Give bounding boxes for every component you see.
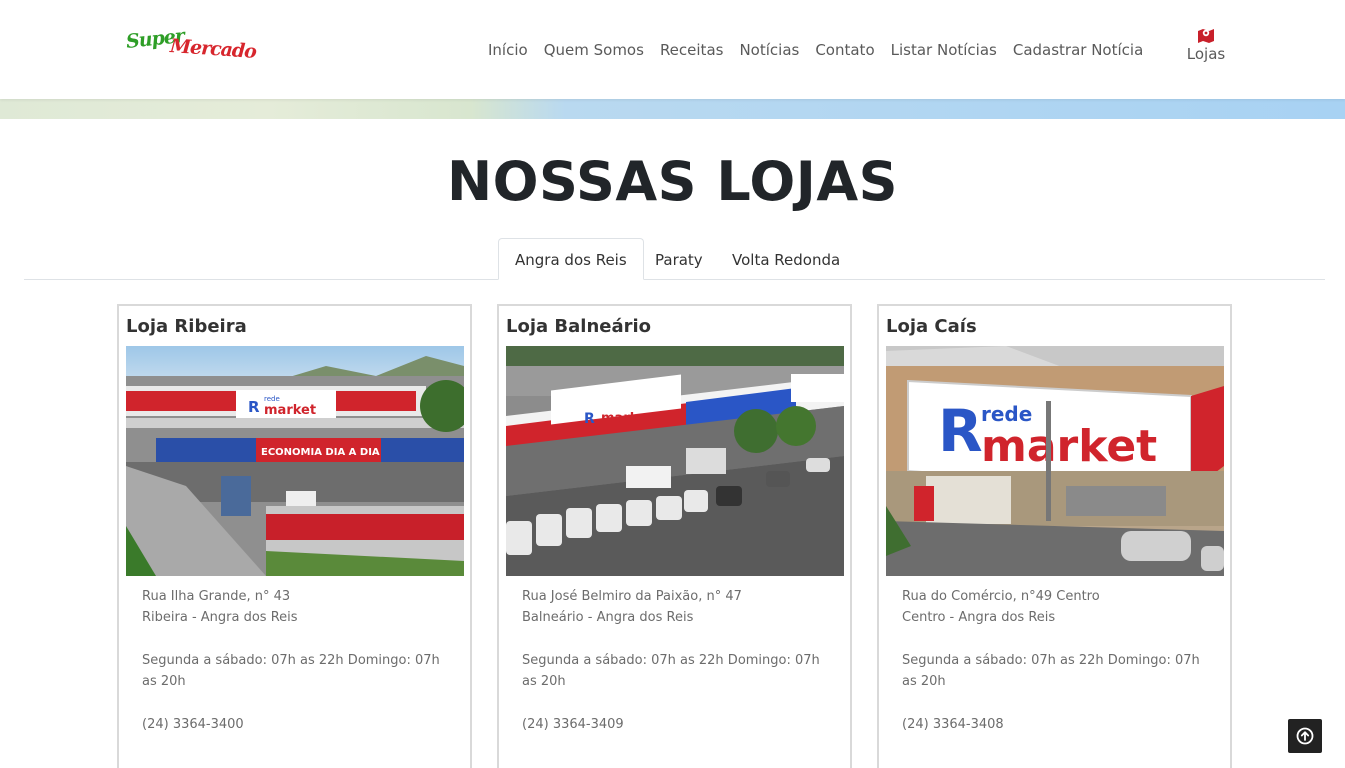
svg-text:market: market: [601, 411, 653, 426]
store-district: Centro - Angra dos Reis: [902, 610, 1056, 625]
store-photo-ribeira: R rede market ECONOMIA DIA A DIA: [126, 346, 464, 576]
map-pin-icon: [1198, 29, 1214, 43]
store-hours: Segunda a sábado: 07h as 22h Domingo: 07…: [522, 653, 820, 689]
svg-text:R: R: [248, 398, 260, 416]
svg-text:R: R: [938, 397, 983, 465]
store-name: Loja Caís: [886, 316, 977, 337]
sign-rede: rede: [264, 395, 280, 403]
store-card-ribeira: Loja Ribeira R rede market ECONOMIA DIA …: [117, 304, 472, 768]
map-banner: [0, 99, 1345, 119]
store-phone: (24) 3364-3409: [522, 717, 624, 732]
nav-item-inicio[interactable]: Início: [480, 39, 536, 61]
svg-text:market: market: [981, 421, 1157, 472]
logo-text-mercado: Mercado: [169, 35, 257, 63]
store-address: Rua Ilha Grande, n° 43: [142, 589, 291, 604]
store-photo-balneario: R market: [506, 346, 844, 576]
store-phone: (24) 3364-3400: [142, 717, 244, 732]
site-header: Super Mercado Início Quem Somos Receitas…: [0, 0, 1345, 99]
arrow-up-circle-icon: [1296, 727, 1314, 745]
store-phone: (24) 3364-3408: [902, 717, 1004, 732]
store-district: Balneário - Angra dos Reis: [522, 610, 694, 625]
sign-market: market: [264, 403, 316, 418]
store-info: Rua José Belmiro da Paixão, n° 47 Balneá…: [522, 586, 837, 735]
store-info: Rua do Comércio, n°49 Centro Centro - An…: [902, 586, 1217, 735]
page-title: NOSSAS LOJAS: [446, 150, 899, 213]
tab-volta-redonda[interactable]: Volta Redonda: [715, 238, 857, 280]
nav-item-listar-noticias[interactable]: Listar Notícias: [883, 39, 1005, 61]
tab-angra-dos-reis[interactable]: Angra dos Reis: [498, 238, 644, 280]
nav-item-quem-somos[interactable]: Quem Somos: [536, 39, 652, 61]
nav-item-cadastrar-noticia[interactable]: Cadastrar Notícia: [1005, 39, 1151, 61]
city-tabs: Angra dos Reis Paraty Volta Redonda: [24, 238, 1325, 280]
nav-item-lojas[interactable]: Lojas: [1180, 27, 1232, 63]
sign-economia: ECONOMIA DIA A DIA: [261, 447, 380, 458]
main-nav: Início Quem Somos Receitas Notícias Cont…: [480, 39, 1151, 61]
store-info: Rua Ilha Grande, n° 43 Ribeira - Angra d…: [142, 586, 457, 735]
store-photo-cais: R rede market: [886, 346, 1224, 576]
store-hours: Segunda a sábado: 07h as 22h Domingo: 07…: [902, 653, 1200, 689]
store-address: Rua do Comércio, n°49 Centro: [902, 589, 1100, 604]
store-name: Loja Ribeira: [126, 316, 247, 337]
store-address: Rua José Belmiro da Paixão, n° 47: [522, 589, 742, 604]
nav-item-receitas[interactable]: Receitas: [652, 39, 732, 61]
nav-item-noticias[interactable]: Notícias: [731, 39, 807, 61]
store-card-balneario: Loja Balneário R market Rua José Belmiro…: [497, 304, 852, 768]
back-to-top-button[interactable]: [1288, 719, 1322, 753]
nav-item-contato[interactable]: Contato: [807, 39, 882, 61]
store-card-cais: Loja Caís R rede market Rua do Comércio,…: [877, 304, 1232, 768]
tab-paraty[interactable]: Paraty: [638, 238, 720, 280]
site-logo[interactable]: Super Mercado: [125, 25, 257, 68]
store-district: Ribeira - Angra dos Reis: [142, 610, 298, 625]
lojas-label: Lojas: [1186, 45, 1226, 63]
store-name: Loja Balneário: [506, 316, 652, 337]
svg-text:R: R: [584, 411, 595, 427]
store-hours: Segunda a sábado: 07h as 22h Domingo: 07…: [142, 653, 440, 689]
